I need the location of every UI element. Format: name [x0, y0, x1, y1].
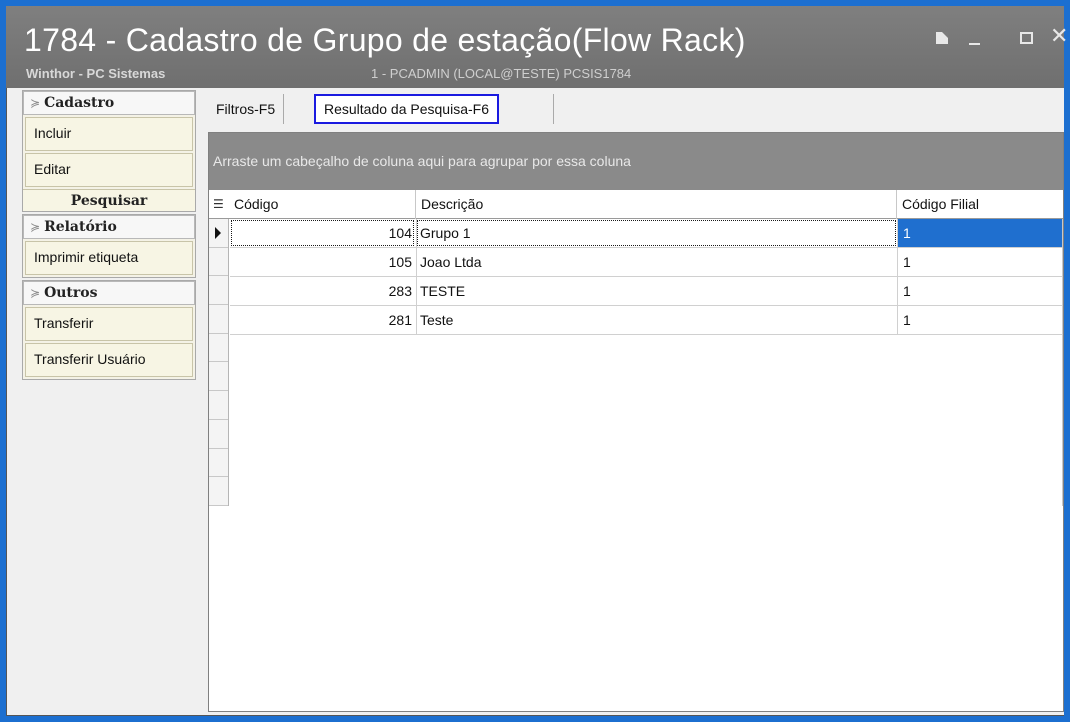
row-indicator[interactable] [209, 449, 228, 478]
table-row[interactable]: 105 Joao Ltda 1 [230, 248, 1063, 277]
row-indicator[interactable] [209, 362, 228, 392]
row-indicator[interactable] [209, 391, 228, 420]
cell-codigo-filial[interactable]: 1 [897, 306, 1063, 334]
restore-icon[interactable] [936, 32, 948, 44]
sidebar: ≽ Cadastro Incluir Editar Pesquisar ≽ Re… [22, 90, 198, 400]
tab-bar: Filtros-F5 Resultado da Pesquisa-F6 [208, 90, 1068, 126]
transferir-usuario-button[interactable]: Transferir Usuário [25, 343, 193, 377]
chevron-down-icon: ≽ [30, 286, 41, 300]
cell-codigo-filial[interactable]: 1 [897, 248, 1063, 276]
app-name: Winthor - PC Sistemas [26, 66, 166, 81]
window-title: 1784 - Cadastro de Grupo de estação(Flow… [24, 22, 746, 58]
column-header-descricao[interactable]: Descrição [415, 190, 896, 219]
tab-divider [553, 94, 554, 124]
section-cadastro: ≽ Cadastro Incluir Editar Pesquisar [22, 90, 196, 212]
cell-descricao[interactable]: TESTE [416, 277, 897, 305]
section-label: Cadastro [44, 95, 115, 111]
cell-descricao[interactable]: Joao Ltda [416, 248, 897, 276]
cell-codigo-filial[interactable]: 1 [897, 219, 1063, 247]
column-chooser-icon[interactable]: ☰ [213, 197, 224, 211]
table-row[interactable]: 104 Grupo 1 1 [230, 219, 1063, 248]
section-label: Outros [44, 285, 98, 301]
title-bar: 1784 - Cadastro de Grupo de estação(Flow… [0, 0, 1070, 88]
table-row[interactable]: 283 TESTE 1 [230, 277, 1063, 306]
chevron-down-icon: ≽ [30, 220, 41, 234]
results-grid: Arraste um cabeçalho de coluna aqui para… [208, 132, 1064, 712]
section-outros: ≽ Outros Transferir Transferir Usuário [22, 280, 196, 380]
row-indicator[interactable] [209, 276, 228, 306]
pesquisar-button[interactable]: Pesquisar [23, 189, 195, 211]
session-info: 1 - PCADMIN (LOCAL@TESTE) PCSIS1784 [371, 66, 632, 81]
current-row-arrow-icon [215, 227, 221, 239]
minimize-icon[interactable] [969, 43, 980, 45]
row-indicator[interactable] [209, 420, 228, 449]
editar-button[interactable]: Editar [25, 153, 193, 187]
row-indicator[interactable] [209, 334, 228, 363]
tab-filtros[interactable]: Filtros-F5 [208, 94, 285, 124]
cell-codigo[interactable]: 283 [230, 277, 415, 305]
section-relatorio: ≽ Relatório Imprimir etiqueta [22, 214, 196, 278]
group-by-panel[interactable]: Arraste um cabeçalho de coluna aqui para… [209, 133, 1063, 190]
transferir-button[interactable]: Transferir [25, 307, 193, 341]
row-indicator[interactable] [209, 305, 228, 334]
maximize-icon[interactable] [1020, 32, 1033, 44]
row-indicator[interactable] [209, 219, 228, 248]
chevron-down-icon: ≽ [30, 96, 41, 110]
row-indicator[interactable] [209, 477, 228, 506]
grid-header: ☰ Código Descrição Código Filial [209, 190, 1063, 219]
grid-right-border [1062, 219, 1063, 506]
close-icon[interactable]: ✕ [1050, 24, 1068, 49]
row-indicator[interactable] [209, 248, 228, 277]
tab-resultado-pesquisa[interactable]: Resultado da Pesquisa-F6 [314, 94, 499, 124]
incluir-button[interactable]: Incluir [25, 117, 193, 151]
table-row[interactable]: 281 Teste 1 [230, 306, 1063, 335]
cell-descricao[interactable]: Grupo 1 [416, 219, 897, 247]
section-header-cadastro[interactable]: ≽ Cadastro [23, 91, 195, 115]
group-by-hint: Arraste um cabeçalho de coluna aqui para… [213, 153, 631, 169]
section-header-outros[interactable]: ≽ Outros [23, 281, 195, 305]
cell-codigo-filial[interactable]: 1 [897, 277, 1063, 305]
imprimir-etiqueta-button[interactable]: Imprimir etiqueta [25, 241, 193, 275]
cell-codigo[interactable]: 104 [230, 219, 415, 247]
cell-codigo[interactable]: 105 [230, 248, 415, 276]
app-window: 1784 - Cadastro de Grupo de estação(Flow… [0, 0, 1070, 722]
section-header-relatorio[interactable]: ≽ Relatório [23, 215, 195, 239]
row-indicator-column [209, 219, 229, 506]
cell-descricao[interactable]: Teste [416, 306, 897, 334]
cell-codigo[interactable]: 281 [230, 306, 415, 334]
section-label: Relatório [44, 219, 117, 235]
column-header-codigo-filial[interactable]: Código Filial [896, 190, 1063, 219]
column-header-codigo[interactable]: Código [229, 190, 415, 219]
